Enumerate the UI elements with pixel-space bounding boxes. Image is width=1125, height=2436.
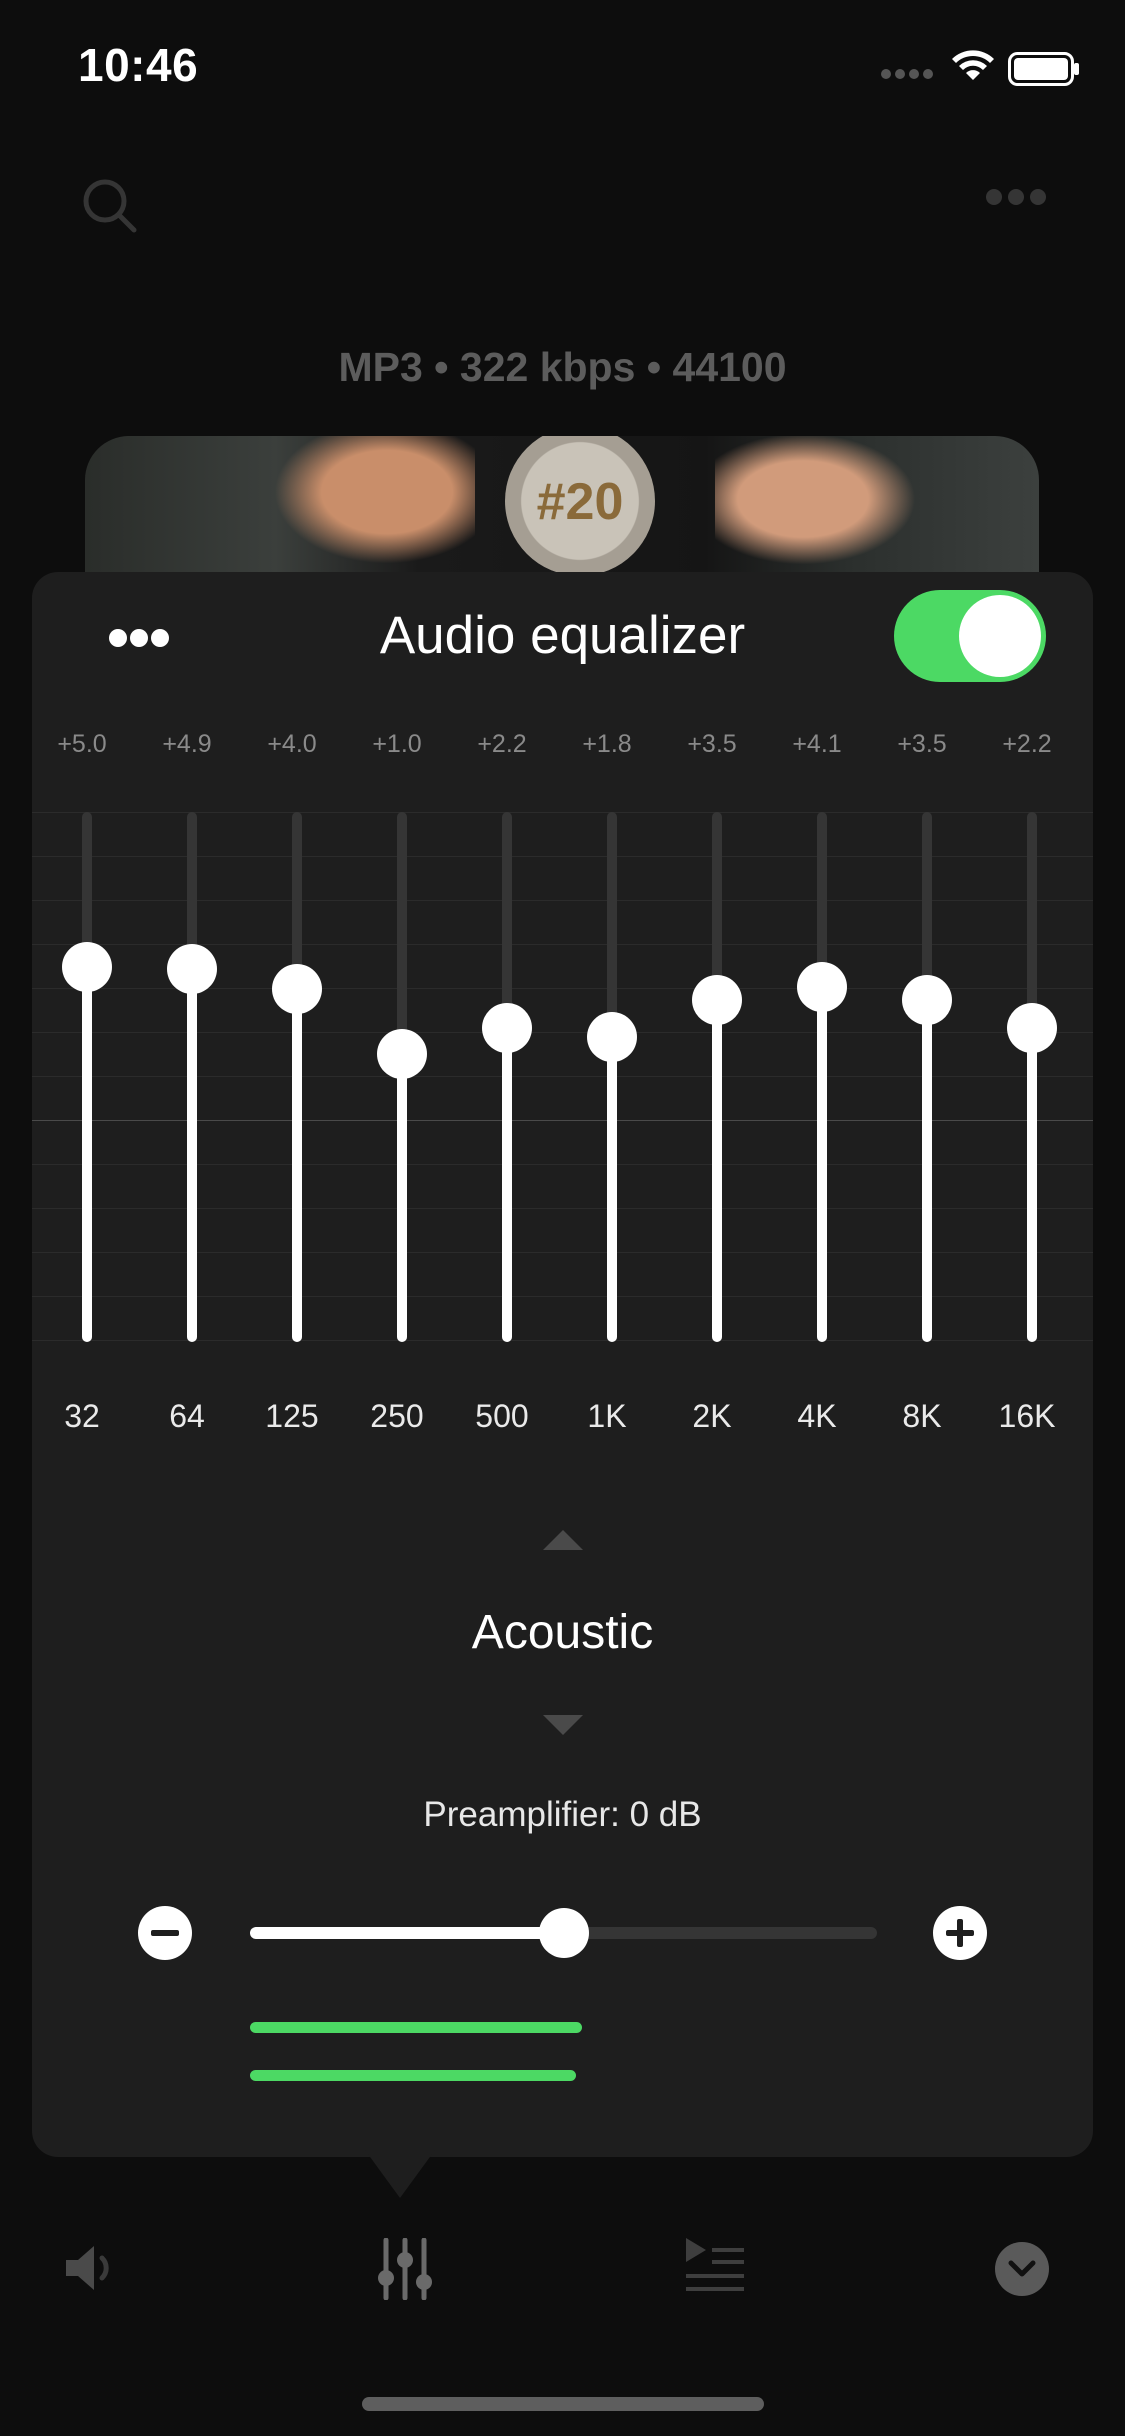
wifi-icon [952, 50, 994, 80]
eq-gain-label: +3.5 [687, 730, 737, 758]
eq-slider-knob-4k[interactable] [797, 961, 847, 1012]
eq-slider-knob-1k[interactable] [587, 1011, 637, 1062]
eq-slider-knob-32[interactable] [62, 942, 112, 992]
eq-frequency-label: 32 [64, 1398, 100, 1434]
equalizer-icon[interactable] [378, 2238, 432, 2300]
eq-frequency-label: 1K [587, 1398, 627, 1434]
eq-slider-knob-125[interactable] [272, 963, 322, 1014]
eq-slider-fill [712, 999, 722, 1342]
eq-gain-label: +2.2 [1002, 730, 1052, 758]
preset-previous-button[interactable] [543, 1530, 583, 1550]
more-icon[interactable] [985, 188, 1047, 206]
search-icon[interactable] [80, 176, 140, 236]
eq-gain-label: +3.5 [897, 730, 947, 758]
preamp-slider-fill [250, 1927, 564, 1939]
queue-icon[interactable] [684, 2236, 746, 2292]
eq-frequency-label: 16K [998, 1398, 1056, 1434]
eq-gain-label: +4.0 [267, 730, 317, 758]
equalizer-toggle[interactable] [894, 590, 1046, 682]
eq-slider-fill [82, 967, 92, 1342]
panel-pointer [365, 2150, 435, 2198]
eq-frequency-label: 2K [692, 1398, 732, 1434]
eq-slider-knob-8k[interactable] [902, 974, 952, 1025]
home-indicator [362, 2397, 764, 2411]
preamp-slider-knob[interactable] [538, 1908, 589, 1958]
eq-slider-fill [607, 1036, 617, 1342]
output-level-right [250, 2070, 577, 2081]
preset-name: Acoustic [471, 1606, 654, 1659]
status-time: 10:46 [78, 39, 199, 91]
eq-gain-label: +5.0 [57, 730, 107, 758]
eq-slider-knob-500[interactable] [482, 1002, 532, 1053]
speaker-icon[interactable] [62, 2240, 122, 2296]
cellular-signal-icon [881, 69, 933, 79]
eq-frequency-label: 500 [475, 1398, 529, 1434]
chevron-down-icon [1008, 2260, 1036, 2277]
equalizer-sliders [32, 812, 1093, 1342]
preamp-decrease-button[interactable] [138, 1906, 192, 1960]
output-level-left [250, 2022, 583, 2033]
eq-slider-fill [817, 986, 827, 1342]
eq-gain-label: +1.0 [372, 730, 422, 758]
eq-slider-knob-16k[interactable] [1007, 1002, 1057, 1053]
eq-frequency-label: 4K [797, 1398, 837, 1434]
eq-slider-fill [397, 1054, 407, 1342]
eq-slider-fill [502, 1027, 512, 1342]
eq-frequency-label: 64 [169, 1398, 205, 1434]
eq-frequency-label: 125 [265, 1398, 319, 1434]
eq-slider-knob-64[interactable] [167, 944, 217, 995]
eq-slider-knob-250[interactable] [377, 1029, 427, 1079]
eq-gain-label: +4.1 [792, 730, 842, 758]
preamp-increase-button[interactable] [933, 1906, 987, 1960]
preamp-label: Preamplifier: 0 dB [423, 1795, 702, 1834]
eq-frequency-label: 8K [902, 1398, 942, 1434]
eq-gain-label: +1.8 [582, 730, 632, 758]
battery-icon [1008, 52, 1079, 86]
album-art-label: #20 [536, 473, 624, 531]
eq-gain-label: +4.9 [162, 730, 212, 758]
eq-slider-fill [187, 969, 197, 1342]
eq-frequency-label: 250 [370, 1398, 424, 1434]
eq-slider-knob-2k[interactable] [692, 974, 742, 1025]
eq-slider-fill [292, 988, 302, 1342]
audio-format-info: MP3 • 322 kbps • 44100 [338, 344, 787, 390]
preset-next-button[interactable] [543, 1715, 583, 1735]
collapse-button[interactable] [995, 2242, 1049, 2296]
eq-gain-label: +2.2 [477, 730, 527, 758]
eq-slider-fill [1027, 1027, 1037, 1342]
eq-slider-fill [922, 999, 932, 1342]
